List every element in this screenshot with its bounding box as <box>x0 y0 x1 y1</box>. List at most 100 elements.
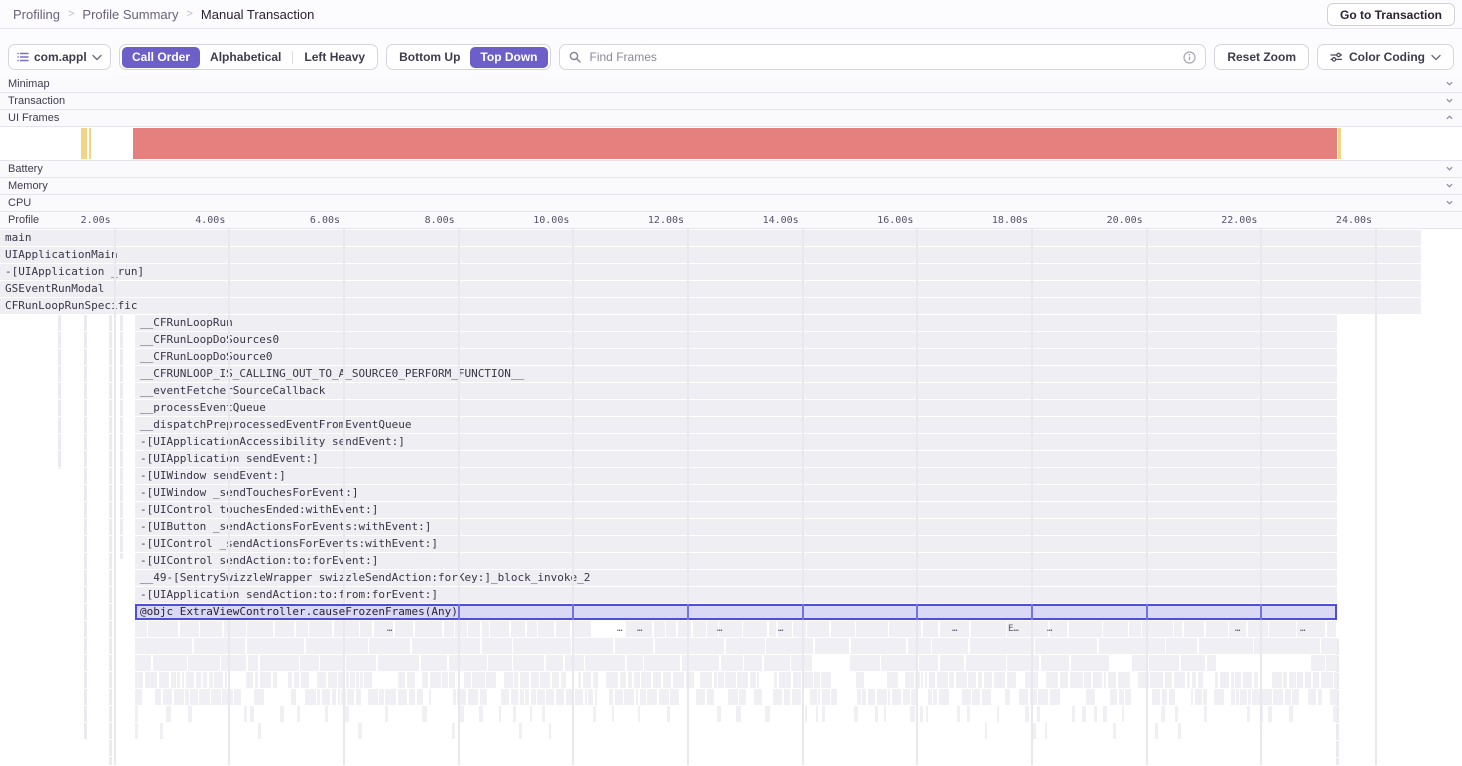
narrow-stack-sliver[interactable] <box>120 315 123 559</box>
frame[interactable] <box>1184 621 1205 637</box>
frame[interactable] <box>538 621 554 637</box>
frame[interactable] <box>773 689 782 705</box>
frame[interactable] <box>1326 655 1337 671</box>
frame[interactable] <box>666 621 676 637</box>
frame[interactable] <box>258 723 261 739</box>
frame[interactable] <box>546 689 554 705</box>
frame[interactable] <box>211 689 220 705</box>
flame-frame[interactable]: __CFRUNLOOP_IS_CALLING_OUT_TO_A_SOURCE0_… <box>135 366 1337 382</box>
frame[interactable] <box>347 689 354 705</box>
chevron-collapsed-icon[interactable] <box>1446 182 1453 191</box>
frame[interactable] <box>606 672 618 688</box>
frame[interactable] <box>260 655 299 671</box>
frame[interactable] <box>585 655 625 671</box>
frame[interactable] <box>488 655 511 671</box>
frame[interactable] <box>1046 672 1058 688</box>
frame[interactable] <box>678 621 692 637</box>
frame[interactable] <box>1261 689 1271 705</box>
frame[interactable] <box>736 706 741 722</box>
frame[interactable] <box>222 689 232 705</box>
frame[interactable] <box>1292 689 1299 705</box>
flamegraph-canvas[interactable]: mainUIApplicationMain-[UIApplication _ru… <box>0 229 1462 765</box>
frame[interactable] <box>566 689 574 705</box>
frame[interactable] <box>905 672 914 688</box>
frame[interactable] <box>1149 655 1179 671</box>
frame[interactable] <box>1248 621 1268 637</box>
slow-frames-bar[interactable] <box>81 128 87 159</box>
frame[interactable] <box>480 689 487 705</box>
frame[interactable] <box>561 672 567 688</box>
frame[interactable] <box>1007 621 1031 637</box>
frame[interactable] <box>442 672 448 688</box>
frame[interactable] <box>609 689 614 705</box>
frame[interactable] <box>928 689 932 705</box>
frame[interactable] <box>971 621 1006 637</box>
frame[interactable] <box>546 655 563 671</box>
flame-frame[interactable]: -[UIButton _sendActionsForEvents:withEve… <box>135 519 1337 535</box>
frame[interactable] <box>214 672 223 688</box>
frame[interactable] <box>982 689 991 705</box>
frame[interactable] <box>1138 672 1148 688</box>
frame[interactable] <box>200 621 222 637</box>
frame[interactable] <box>627 655 643 671</box>
flame-frame[interactable]: -[UIControl touchesEnded:withEvent:] <box>135 502 1337 518</box>
frame[interactable] <box>444 621 454 637</box>
frame[interactable] <box>459 706 464 722</box>
frame[interactable] <box>288 672 292 688</box>
track-header-transaction[interactable]: Transaction <box>0 93 1462 110</box>
frame[interactable] <box>1041 655 1069 671</box>
frame[interactable] <box>421 655 448 671</box>
frame[interactable] <box>300 655 319 671</box>
frame[interactable] <box>693 621 706 637</box>
chevron-collapsed-icon[interactable] <box>1446 80 1453 89</box>
frame[interactable] <box>468 689 479 705</box>
frame[interactable] <box>479 706 483 722</box>
reset-zoom-button[interactable]: Reset Zoom <box>1214 44 1309 70</box>
frame[interactable] <box>356 689 361 705</box>
frame[interactable] <box>1289 706 1293 722</box>
frame[interactable] <box>754 689 762 705</box>
frame[interactable] <box>585 689 587 705</box>
frame[interactable] <box>1007 655 1039 671</box>
frame[interactable] <box>728 689 738 705</box>
frame[interactable] <box>135 655 151 671</box>
frame[interactable] <box>816 706 818 722</box>
frame[interactable] <box>1099 638 1165 654</box>
frame[interactable] <box>1150 672 1163 688</box>
frame[interactable] <box>925 672 928 688</box>
frame[interactable] <box>595 689 598 705</box>
frame[interactable] <box>641 672 651 688</box>
frame[interactable] <box>663 672 672 688</box>
frame[interactable] <box>472 672 485 688</box>
flame-frame[interactable]: -[UIControl sendAction:to:forEvent:] <box>135 553 1337 569</box>
frame[interactable] <box>513 638 571 654</box>
frame[interactable] <box>449 655 487 671</box>
frame[interactable] <box>280 706 284 722</box>
frame[interactable] <box>700 672 712 688</box>
frame[interactable] <box>379 689 384 705</box>
frame[interactable] <box>822 689 830 705</box>
frame[interactable] <box>1313 672 1319 688</box>
frame[interactable] <box>1254 672 1258 688</box>
frame[interactable] <box>908 638 931 654</box>
frame[interactable] <box>135 706 138 722</box>
frame[interactable] <box>556 689 564 705</box>
frame[interactable] <box>530 706 532 722</box>
frame[interactable] <box>398 672 405 688</box>
info-icon[interactable] <box>1183 51 1196 64</box>
frame[interactable] <box>1103 706 1108 722</box>
frame[interactable] <box>513 706 516 722</box>
frame[interactable] <box>247 638 305 654</box>
frame[interactable] <box>224 621 246 637</box>
flame-frame[interactable]: CFRunLoopRunSpecific <box>0 298 1421 314</box>
flame-frame[interactable]: -[UIControl _sendActionsForEvents:withEv… <box>135 536 1337 552</box>
narrow-stack-sliver[interactable] <box>84 315 87 739</box>
frame[interactable] <box>1272 672 1282 688</box>
frame[interactable] <box>719 621 741 637</box>
frame[interactable] <box>1231 689 1235 705</box>
frame[interactable] <box>1289 672 1296 688</box>
frame[interactable] <box>415 621 443 637</box>
frame[interactable] <box>831 689 837 705</box>
frame[interactable] <box>135 723 138 739</box>
frame[interactable] <box>1261 706 1263 722</box>
